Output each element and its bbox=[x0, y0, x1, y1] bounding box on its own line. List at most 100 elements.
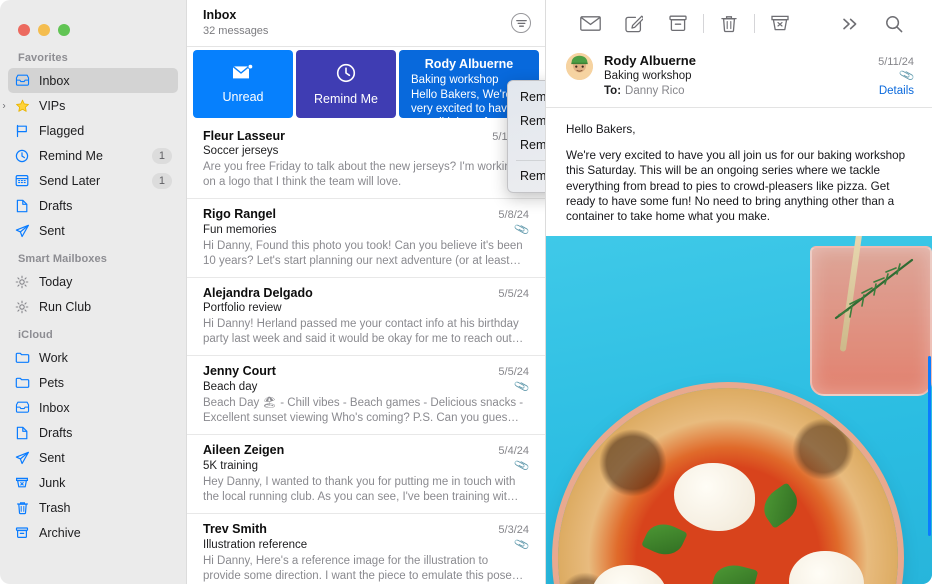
attachment-icon: 📎 bbox=[513, 221, 531, 238]
sidebar-item-pets[interactable]: Pets bbox=[8, 370, 178, 395]
sidebar-item-icloud-drafts[interactable]: Drafts bbox=[8, 420, 178, 445]
sidebar-item-archive[interactable]: Archive bbox=[8, 520, 178, 545]
zoom-button[interactable] bbox=[58, 24, 70, 36]
message-subject: Fun memories bbox=[203, 223, 277, 236]
trash-icon[interactable] bbox=[707, 9, 751, 39]
paper-plane-icon bbox=[12, 223, 32, 239]
message-sender: Aileen Zeigen bbox=[203, 443, 285, 457]
message-preview: Are you free Friday to talk about the ne… bbox=[203, 161, 518, 188]
message-row[interactable]: Alejandra Delgado 5/5/24 Portfolio revie… bbox=[187, 278, 545, 356]
attachment-photo[interactable] bbox=[546, 236, 932, 584]
sidebar-item-label: Pets bbox=[39, 375, 65, 390]
sidebar-item-vips[interactable]: › VIPs bbox=[2, 93, 178, 118]
filter-icon[interactable] bbox=[511, 13, 531, 33]
chevron-right-icon[interactable]: › bbox=[0, 100, 9, 111]
sidebar-item-label: Today bbox=[39, 274, 73, 289]
minimize-button[interactable] bbox=[38, 24, 50, 36]
message-row[interactable]: Trev Smith 5/3/24 Illustration reference… bbox=[187, 514, 545, 584]
junk-icon bbox=[12, 475, 32, 491]
sidebar-item-run-club[interactable]: Run Club bbox=[8, 294, 178, 319]
junk-icon[interactable] bbox=[758, 9, 802, 39]
message-preview: Hi Danny, Here's a reference image for t… bbox=[203, 555, 524, 582]
sidebar-item-icloud-inbox[interactable]: Inbox bbox=[8, 395, 178, 420]
attachment-icon: 📎 bbox=[513, 536, 531, 553]
sidebar-item-drafts[interactable]: Drafts bbox=[8, 193, 178, 218]
sidebar-item-flagged[interactable]: Flagged bbox=[8, 118, 178, 143]
sidebar-item-label: Sent bbox=[39, 450, 65, 465]
recipient-line: To: Danny Rico bbox=[604, 85, 684, 97]
folder-icon bbox=[12, 375, 32, 391]
to-label: To: bbox=[604, 85, 622, 97]
swipe-actions-row: Unread Remind Me Rody Albuerne Baking wo… bbox=[187, 47, 545, 121]
swipe-action-unread[interactable]: Unread bbox=[193, 50, 293, 118]
menu-item-remind-later[interactable]: Remind Me Later… bbox=[508, 164, 545, 188]
message-list[interactable]: Fleur Lasseur 5/10/24 Soccer jerseys Are… bbox=[187, 121, 545, 584]
more-chevrons-icon[interactable] bbox=[828, 9, 872, 39]
message-list-header: Inbox 32 messages bbox=[187, 0, 545, 47]
reading-toolbar bbox=[546, 0, 932, 47]
clock-icon bbox=[12, 148, 32, 164]
message-row[interactable]: Rigo Rangel 5/8/24 Fun memories 📎 Hi Dan… bbox=[187, 199, 545, 278]
paper-plane-icon bbox=[12, 450, 32, 466]
recipient-name: Danny Rico bbox=[625, 85, 685, 97]
sidebar-item-inbox[interactable]: Inbox bbox=[8, 68, 178, 93]
traffic-lights bbox=[0, 0, 186, 42]
sidebar-item-junk[interactable]: Junk bbox=[8, 470, 178, 495]
archive-icon[interactable] bbox=[656, 9, 700, 39]
sidebar-item-send-later[interactable]: Send Later 1 bbox=[8, 168, 178, 193]
menu-item-remind-tonight[interactable]: Remind Me Tonight bbox=[508, 109, 545, 133]
message-row[interactable]: Jenny Court 5/5/24 Beach day 📎 Beach Day… bbox=[187, 356, 545, 435]
clock-icon bbox=[336, 63, 356, 86]
sidebar-item-label: Work bbox=[39, 350, 68, 365]
message-date: 5/11/24 bbox=[878, 56, 914, 68]
compose-icon[interactable] bbox=[612, 9, 656, 39]
message-sender: Trev Smith bbox=[203, 522, 267, 536]
sidebar-item-trash[interactable]: Trash bbox=[8, 495, 178, 520]
menu-item-remind-1-hour[interactable]: Remind Me in 1 Hour bbox=[508, 85, 545, 109]
sidebar: Favorites Inbox › VIPs Flagged Remind Me… bbox=[0, 0, 186, 584]
sidebar-item-label: Inbox bbox=[39, 73, 70, 88]
search-icon[interactable] bbox=[872, 9, 916, 39]
message-count: 32 messages bbox=[203, 25, 269, 37]
attachment-icon: 📎 bbox=[513, 378, 531, 395]
message-subject: 5K training bbox=[203, 459, 258, 472]
remind-me-context-menu[interactable]: Remind Me in 1 Hour Remind Me Tonight Re… bbox=[507, 80, 545, 193]
swipe-action-label: Remind Me bbox=[314, 91, 378, 106]
body-paragraph: We're very excited to have you all join … bbox=[566, 149, 906, 224]
close-button[interactable] bbox=[18, 24, 30, 36]
message-subject: Soccer jerseys bbox=[203, 145, 279, 157]
sidebar-item-icloud-sent[interactable]: Sent bbox=[8, 445, 178, 470]
sidebar-item-today[interactable]: Today bbox=[8, 269, 178, 294]
scrollbar[interactable] bbox=[928, 356, 931, 537]
toolbar-separator bbox=[703, 14, 704, 33]
message-subject: Beach day bbox=[203, 380, 258, 393]
gear-icon bbox=[12, 299, 32, 315]
sidebar-item-sent[interactable]: Sent bbox=[8, 218, 178, 243]
swipe-action-label: Unread bbox=[222, 90, 264, 104]
sidebar-item-label: Junk bbox=[39, 475, 66, 490]
menu-item-remind-tomorrow[interactable]: Remind Me Tomorrow bbox=[508, 133, 545, 157]
inbox-icon bbox=[12, 400, 32, 416]
unread-envelope-icon bbox=[232, 63, 254, 84]
message-sender: Jenny Court bbox=[203, 364, 276, 378]
body-paragraph: Hello Bakers, bbox=[566, 123, 636, 136]
details-link[interactable]: Details bbox=[879, 85, 914, 97]
mark-unread-icon[interactable] bbox=[568, 9, 612, 39]
sidebar-item-work[interactable]: Work bbox=[8, 345, 178, 370]
sidebar-item-remind-me[interactable]: Remind Me 1 bbox=[8, 143, 178, 168]
menu-separator bbox=[516, 160, 545, 161]
avatar[interactable] bbox=[566, 53, 593, 80]
sidebar-section-icloud: iCloud bbox=[18, 329, 53, 341]
message-preview: Hi Danny! Herland passed me your contact… bbox=[203, 318, 524, 345]
message-row[interactable]: Aileen Zeigen 5/4/24 5K training 📎 Hey D… bbox=[187, 435, 545, 514]
message-sender: Fleur Lasseur bbox=[203, 129, 285, 143]
toolbar-separator bbox=[754, 14, 755, 33]
message-date: 5/5/24 bbox=[498, 288, 529, 300]
calendar-icon bbox=[12, 173, 32, 189]
document-icon bbox=[12, 425, 32, 441]
trash-icon bbox=[12, 500, 32, 516]
message-row[interactable]: Fleur Lasseur 5/10/24 Soccer jerseys Are… bbox=[187, 121, 545, 199]
swipe-action-remind-me[interactable]: Remind Me bbox=[296, 50, 396, 118]
sidebar-item-label: Inbox bbox=[39, 400, 70, 415]
message-preview: Hi Danny, Found this photo you took! Can… bbox=[203, 240, 523, 267]
